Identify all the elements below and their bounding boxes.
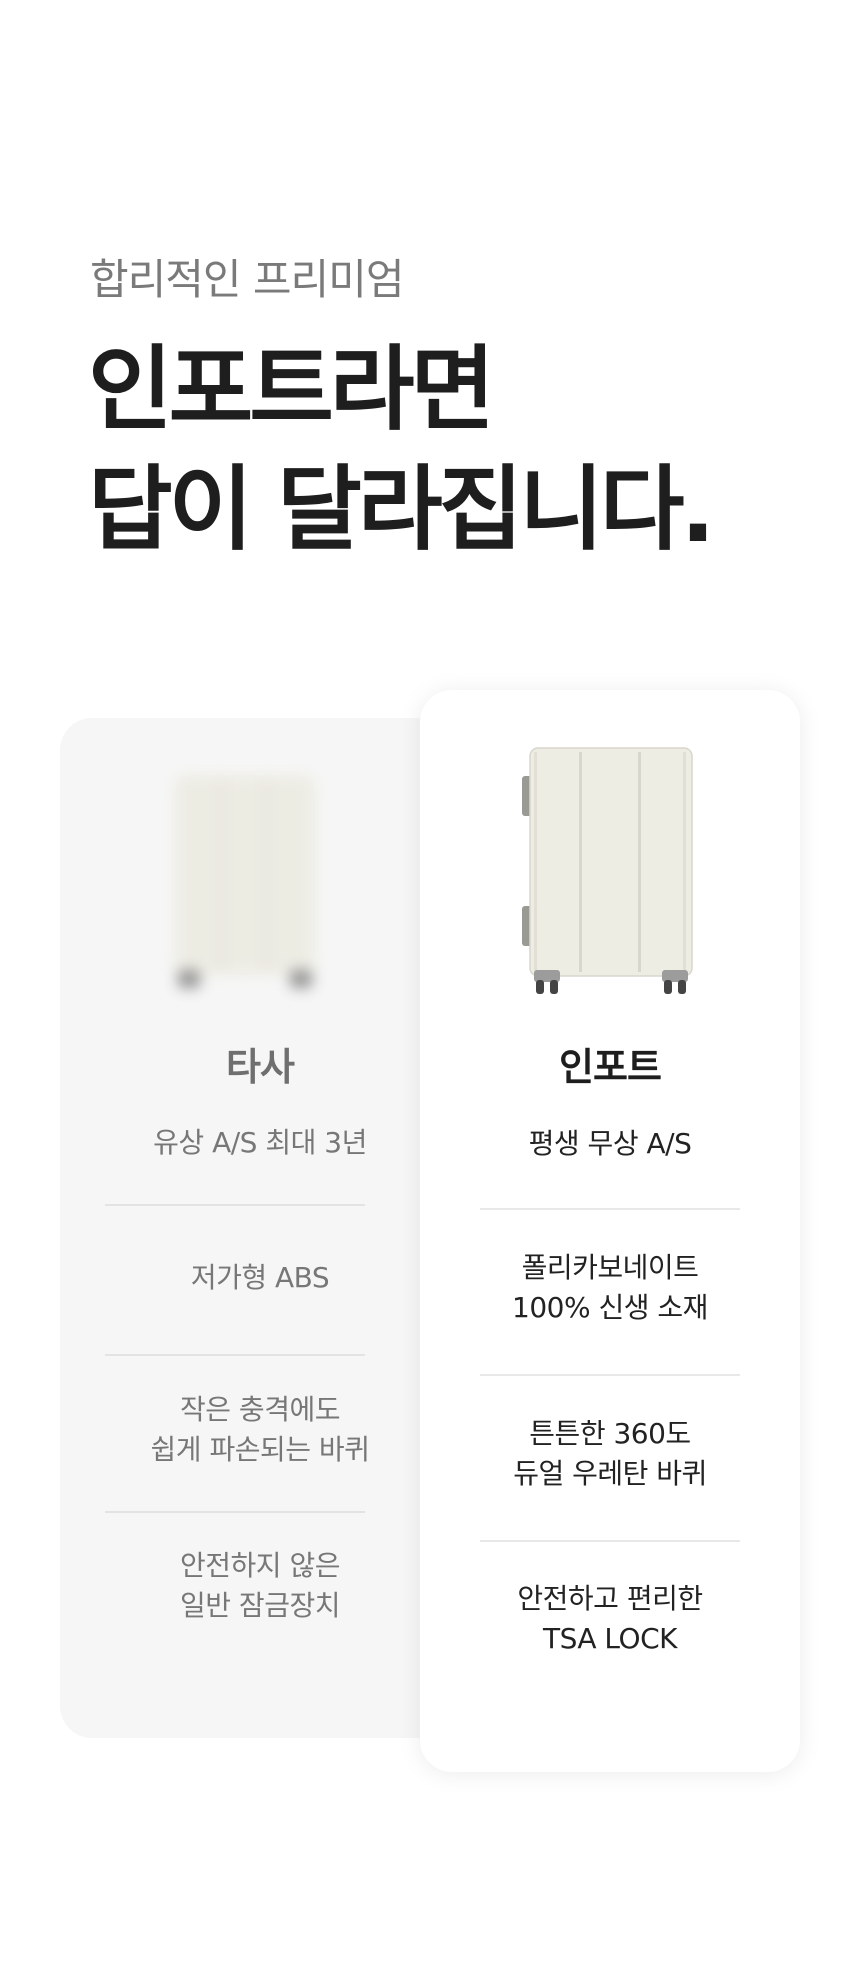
competitor-feature-4-line-2: 일반 잠금장치	[180, 1589, 340, 1622]
inpot-suitcase-image	[522, 747, 693, 994]
divider	[105, 1204, 365, 1206]
competitor-suitcase-image	[175, 775, 315, 988]
competitor-feature-1-text: 유상 A/S 최대 3년	[153, 1126, 367, 1159]
competitor-feature-2-text: 저가형 ABS	[190, 1261, 330, 1294]
competitor-name: 타사	[226, 1045, 295, 1089]
inpot-feature-4-line-1: 안전하고 편리한	[517, 1582, 703, 1615]
competitor-feature-3: 작은 충격에도 쉽게 파손되는 바퀴	[60, 1390, 460, 1470]
inpot-feature-4: 안전하고 편리한 TSA LOCK	[420, 1579, 800, 1659]
competitor-card: 타사 유상 A/S 최대 3년 저가형 ABS 작은 충격에도 쉽게 파손되는 …	[60, 718, 460, 1738]
competitor-feature-2: 저가형 ABS	[60, 1258, 460, 1298]
inpot-card: 인포트 평생 무상 A/S 폴리카보네이트 100% 신생 소재 튼튼한 360…	[420, 690, 800, 1772]
headline: 인포트라면 답이 달라집니다.	[88, 330, 715, 570]
inpot-name: 인포트	[559, 1045, 662, 1089]
divider	[105, 1354, 365, 1356]
inpot-feature-2-line-1: 폴리카보네이트	[521, 1251, 699, 1284]
divider	[105, 1511, 365, 1513]
competitor-feature-1: 유상 A/S 최대 3년	[60, 1123, 460, 1163]
inpot-feature-1: 평생 무상 A/S	[420, 1124, 800, 1164]
inpot-feature-3-line-2: 듀얼 우레탄 바퀴	[513, 1457, 707, 1490]
inpot-feature-1-text: 평생 무상 A/S	[528, 1127, 692, 1160]
competitor-feature-4-line-1: 안전하지 않은	[180, 1549, 340, 1582]
divider	[480, 1374, 740, 1376]
competitor-feature-4: 안전하지 않은 일반 잠금장치	[60, 1546, 460, 1626]
inpot-feature-2: 폴리카보네이트 100% 신생 소재	[420, 1248, 800, 1328]
inpot-feature-3-line-1: 튼튼한 360도	[529, 1417, 691, 1450]
inpot-feature-4-line-2: TSA LOCK	[542, 1622, 678, 1655]
inpot-feature-3: 튼튼한 360도 듀얼 우레탄 바퀴	[420, 1414, 800, 1494]
competitor-feature-3-line-2: 쉽게 파손되는 바퀴	[150, 1433, 370, 1466]
headline-line-2: 답이 달라집니다.	[88, 456, 715, 563]
divider	[480, 1208, 740, 1210]
eyebrow-text: 합리적인 프리미엄	[90, 255, 404, 304]
divider	[480, 1540, 740, 1542]
inpot-feature-2-line-2: 100% 신생 소재	[512, 1291, 708, 1324]
competitor-feature-3-line-1: 작은 충격에도	[180, 1393, 340, 1426]
headline-line-1: 인포트라면	[88, 336, 495, 443]
